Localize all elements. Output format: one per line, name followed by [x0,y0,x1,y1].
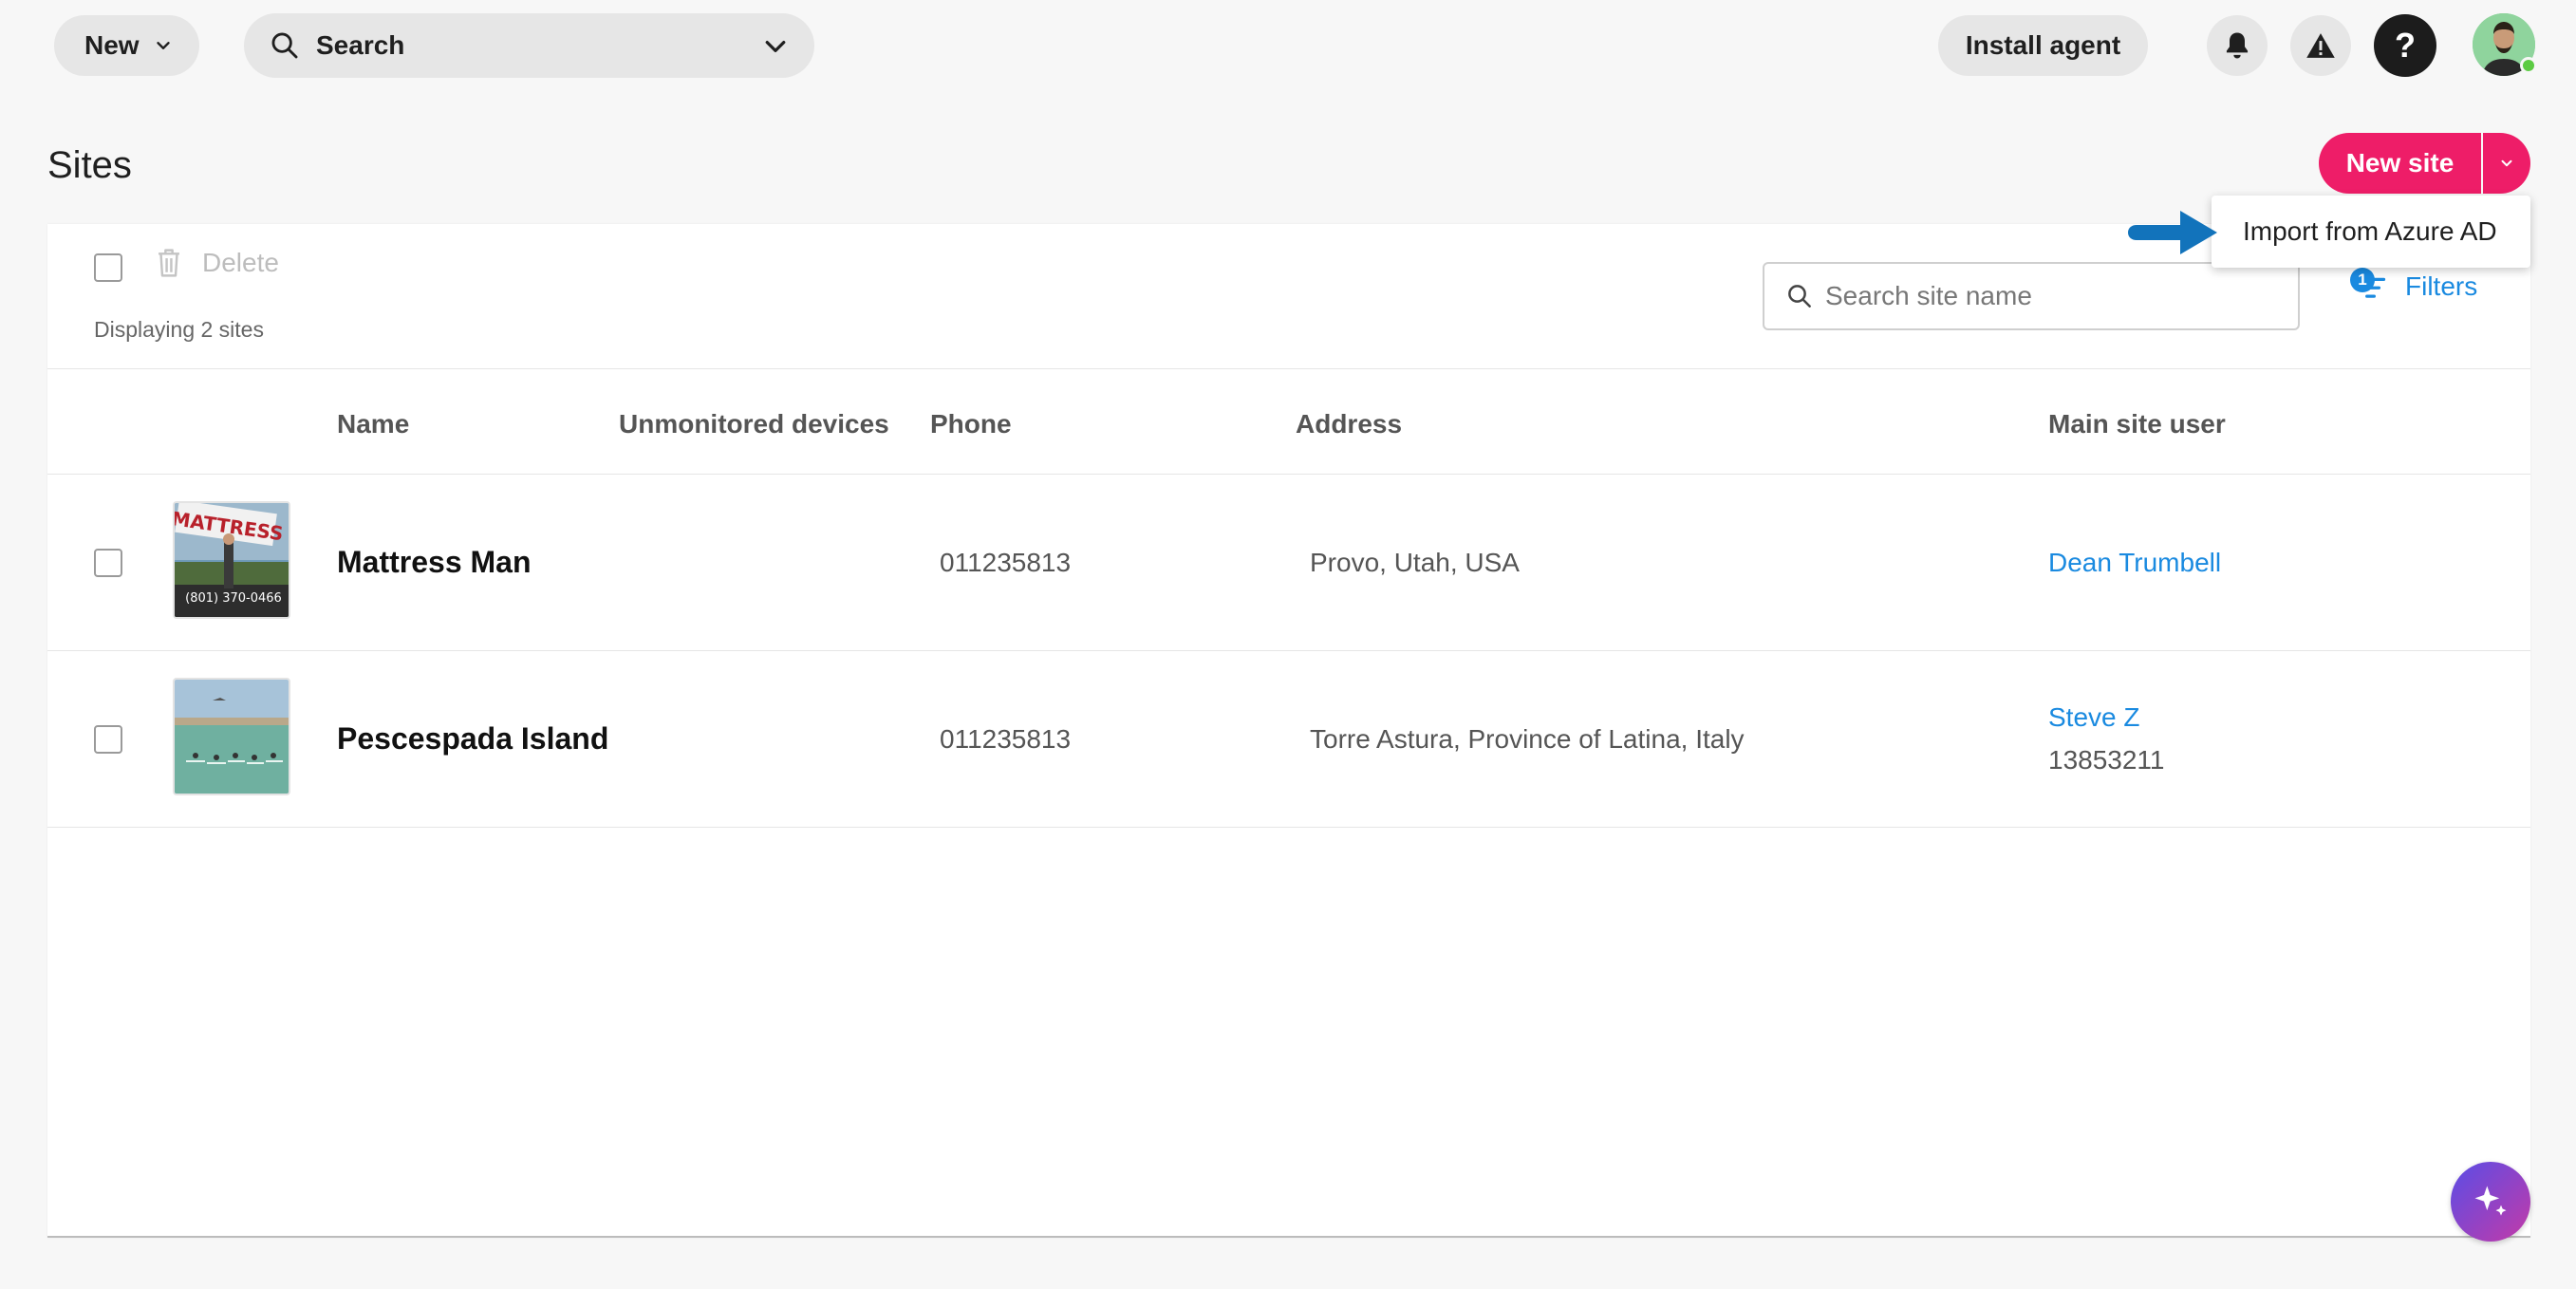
table-header: Name Unmonitored devices Phone Address M… [47,368,2530,475]
sites-card: Delete Displaying 2 sites 1 Filters Name… [47,224,2530,1238]
global-search-label: Search [316,30,405,60]
column-header-main-site-user[interactable]: Main site user [2048,409,2226,439]
thumbnail-phone-text: (801) 370-0466 [185,591,282,606]
main-site-user-phone: 13853211 [2048,745,2165,775]
table-row[interactable]: Pescespada Island 011235813 Torre Astura… [47,651,2530,828]
main-site-user-link[interactable]: Dean Trumbell [2048,548,2221,578]
column-header-phone[interactable]: Phone [930,409,1012,439]
column-header-unmonitored-devices[interactable]: Unmonitored devices [619,409,889,439]
alerts-button[interactable] [2290,15,2351,76]
new-site-button[interactable]: New site [2319,133,2481,194]
sparkle-icon [2474,1186,2507,1216]
bell-icon [2226,32,2249,59]
column-header-address[interactable]: Address [1296,409,1402,439]
user-avatar[interactable] [2473,13,2537,76]
install-agent-button[interactable]: Install agent [1938,15,2148,76]
delete-label: Delete [202,248,279,277]
filters-button[interactable]: 1 Filters [2350,268,2478,302]
search-icon [1788,285,1811,308]
filters-count-badge: 1 [2350,268,2375,292]
site-address: Provo, Utah, USA [1310,548,1520,577]
online-status-dot [2520,57,2537,74]
column-header-name[interactable]: Name [337,409,409,439]
warning-icon [2306,33,2335,58]
menu-item-import-azure-ad[interactable]: Import from Azure AD [2212,216,2497,247]
select-all-checkbox[interactable] [94,253,122,282]
global-search[interactable]: Search [244,13,814,78]
chevron-down-icon [765,41,786,52]
page-title: Sites [47,144,132,186]
new-menu-label: New [84,30,140,60]
row-checkbox[interactable] [94,725,122,754]
site-phone: 011235813 [940,724,1072,754]
callout-arrow-icon [2128,211,2217,254]
new-menu-button[interactable]: New [54,15,199,76]
install-agent-label: Install agent [1965,30,2121,60]
notifications-button[interactable] [2207,15,2268,76]
site-search-input[interactable] [1825,281,2281,311]
new-site-split-button: New site [2319,133,2530,194]
ai-assistant-button[interactable] [2451,1162,2530,1242]
top-bar: New Search Install agent ? [0,0,2576,91]
delete-button[interactable]: Delete [155,247,279,279]
site-thumbnail [173,678,290,795]
help-button[interactable]: ? [2374,14,2436,77]
chevron-down-icon [2501,159,2512,167]
site-name[interactable]: Mattress Man [337,545,532,580]
table-row[interactable]: MATTRESS (801) 370-0466 Mattress Man 011… [47,475,2530,651]
help-icon: ? [2395,26,2416,65]
chevron-down-icon [156,42,170,49]
display-count: Displaying 2 sites [94,317,264,342]
trash-icon [159,249,179,277]
filters-label: Filters [2405,271,2478,301]
site-address: Torre Astura, Province of Latina, Italy [1310,724,1745,754]
main-site-user-link[interactable]: Steve Z [2048,702,2139,733]
site-search-box [1763,262,2300,330]
site-thumbnail: MATTRESS (801) 370-0466 [173,501,290,619]
site-name[interactable]: Pescespada Island [337,721,608,757]
new-site-dropdown-toggle[interactable] [2483,133,2530,194]
search-icon [271,32,298,59]
new-site-dropdown-menu: Import from Azure AD [2212,196,2530,268]
row-checkbox[interactable] [94,549,122,577]
site-phone: 011235813 [940,548,1072,577]
